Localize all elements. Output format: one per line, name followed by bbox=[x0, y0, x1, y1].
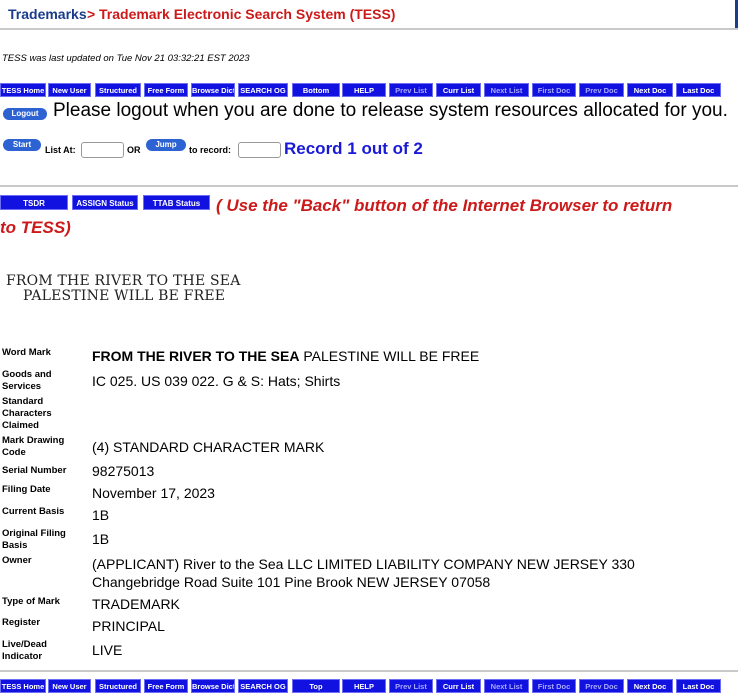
nav-next-doc-button[interactable]: Next Doc bbox=[627, 83, 673, 97]
nav-bottom-structured-button[interactable]: Structured bbox=[95, 679, 141, 693]
nav-last-doc-button[interactable]: Last Doc bbox=[676, 83, 721, 97]
standard-characters-label: Standard Characters Claimed bbox=[2, 396, 52, 431]
assign-status-button[interactable]: ASSIGN Status bbox=[72, 195, 138, 210]
word-mark-bold: FROM THE RIVER TO THE SEA bbox=[92, 348, 300, 364]
ttab-status-button[interactable]: TTAB Status bbox=[143, 195, 210, 210]
header-bar: Trademarks > Trademark Electronic Search… bbox=[0, 0, 738, 30]
mark-drawing-image: FROM THE RIVER TO THE SEA PALESTINE WILL… bbox=[6, 274, 241, 304]
drawing-code-label: Mark Drawing Code bbox=[2, 435, 65, 458]
goods-label: Goods and Services bbox=[2, 369, 52, 392]
nav-bottom-prev-doc-button[interactable]: Prev Doc bbox=[579, 679, 624, 693]
live-dead-label: Live/Dead Indicator bbox=[2, 639, 47, 662]
serial-number-label: Serial Number bbox=[2, 465, 67, 476]
filing-date-label: Filing Date bbox=[2, 484, 51, 495]
owner-value: (APPLICANT) River to the Sea LLC LIMITED… bbox=[92, 555, 635, 591]
nav-help-button[interactable]: HELP bbox=[342, 83, 386, 97]
nav-bottom-help-button[interactable]: HELP bbox=[342, 679, 386, 693]
word-mark-label: Word Mark bbox=[2, 347, 51, 358]
nav-bottom-first-doc-button[interactable]: First Doc bbox=[532, 679, 576, 693]
nav-new-user-button[interactable]: New User bbox=[48, 83, 91, 97]
nav-prev-doc-button[interactable]: Prev Doc bbox=[579, 83, 624, 97]
nav-bottom-new-user-button[interactable]: New User bbox=[48, 679, 91, 693]
nav-bottom-browse-dict-button[interactable]: Browse Dict bbox=[191, 679, 235, 693]
type-of-mark-label: Type of Mark bbox=[2, 596, 60, 607]
nav-bottom-next-list-button[interactable]: Next List bbox=[484, 679, 529, 693]
serial-number-value: 98275013 bbox=[92, 463, 155, 479]
nav-structured-button[interactable]: Structured bbox=[95, 83, 141, 97]
nav-bottom-search-og-button[interactable]: SEARCH OG bbox=[238, 679, 288, 693]
back-message-line1: ( Use the "Back" button of the Internet … bbox=[216, 196, 673, 215]
register-label: Register bbox=[2, 617, 41, 628]
record-counter: Record 1 out of 2 bbox=[284, 139, 423, 158]
to-record-label: to record: bbox=[189, 145, 232, 155]
nav-bottom-last-doc-button[interactable]: Last Doc bbox=[676, 679, 721, 693]
to-record-input[interactable] bbox=[238, 142, 281, 158]
mark-image-line1: FROM THE RIVER TO THE SEA bbox=[6, 273, 241, 289]
nav-tess-home-button[interactable]: TESS Home bbox=[0, 83, 46, 97]
nav-bar-bottom: TESS Home New User Structured Free Form … bbox=[0, 679, 738, 693]
nav-bottom-next-doc-button[interactable]: Next Doc bbox=[627, 679, 673, 693]
current-basis-label: Current Basis bbox=[2, 506, 65, 517]
nav-bottom-curr-list-button[interactable]: Curr List bbox=[436, 679, 481, 693]
goods-value: IC 025. US 039 022. G & S: Hats; Shirts bbox=[92, 373, 341, 389]
original-basis-value: 1B bbox=[92, 531, 110, 547]
jump-button[interactable]: Jump bbox=[146, 139, 186, 151]
nav-bottom-tess-home-button[interactable]: TESS Home bbox=[0, 679, 46, 693]
word-mark-rest: PALESTINE WILL BE FREE bbox=[299, 348, 480, 364]
nav-top-button[interactable]: Top bbox=[292, 679, 340, 693]
nav-bottom-free-form-button[interactable]: Free Form bbox=[144, 679, 188, 693]
nav-curr-list-button[interactable]: Curr List bbox=[436, 83, 481, 97]
filing-date-value: November 17, 2023 bbox=[92, 485, 215, 501]
logout-button[interactable]: Logout bbox=[3, 108, 47, 120]
owner-label: Owner bbox=[2, 555, 32, 566]
start-button[interactable]: Start bbox=[3, 139, 41, 151]
nav-browse-dict-button[interactable]: Browse Dict bbox=[191, 83, 235, 97]
divider-top bbox=[0, 185, 738, 187]
nav-search-og-button[interactable]: SEARCH OG bbox=[238, 83, 288, 97]
list-at-label: List At: bbox=[45, 145, 76, 155]
register-value: PRINCIPAL bbox=[92, 618, 165, 634]
last-updated-text: TESS was last updated on Tue Nov 21 03:3… bbox=[2, 53, 250, 64]
original-basis-label: Original Filing Basis bbox=[2, 528, 66, 551]
list-at-input[interactable] bbox=[81, 142, 124, 158]
logout-message: Please logout when you are done to relea… bbox=[53, 100, 728, 121]
nav-bottom-button[interactable]: Bottom bbox=[292, 83, 340, 97]
nav-first-doc-button[interactable]: First Doc bbox=[532, 83, 576, 97]
live-dead-value: LIVE bbox=[92, 642, 123, 658]
breadcrumb-trademarks[interactable]: Trademarks bbox=[8, 6, 87, 22]
nav-bottom-prev-list-button[interactable]: Prev List bbox=[389, 679, 433, 693]
current-basis-value: 1B bbox=[92, 507, 110, 523]
word-mark-value: FROM THE RIVER TO THE SEA PALESTINE WILL… bbox=[92, 347, 479, 365]
divider-bottom bbox=[0, 670, 738, 672]
nav-bar-top: TESS Home New User Structured Free Form … bbox=[0, 83, 738, 97]
page-title: Trademark Electronic Search System (TESS… bbox=[99, 6, 396, 22]
mark-image-line2: PALESTINE WILL BE FREE bbox=[23, 288, 226, 304]
type-of-mark-value: TRADEMARK bbox=[92, 596, 180, 612]
or-label: OR bbox=[127, 145, 141, 155]
drawing-code-value: (4) STANDARD CHARACTER MARK bbox=[92, 439, 325, 455]
back-message-line2: to TESS) bbox=[0, 218, 71, 237]
nav-free-form-button[interactable]: Free Form bbox=[144, 83, 188, 97]
nav-prev-list-button[interactable]: Prev List bbox=[389, 83, 433, 97]
owner-value-line2: Changebridge Road Suite 101 Pine Brook N… bbox=[92, 574, 491, 590]
owner-value-line1: (APPLICANT) River to the Sea LLC LIMITED… bbox=[92, 556, 635, 572]
nav-next-list-button[interactable]: Next List bbox=[484, 83, 529, 97]
tsdr-button[interactable]: TSDR bbox=[0, 195, 68, 210]
breadcrumb-separator: > bbox=[87, 6, 96, 22]
